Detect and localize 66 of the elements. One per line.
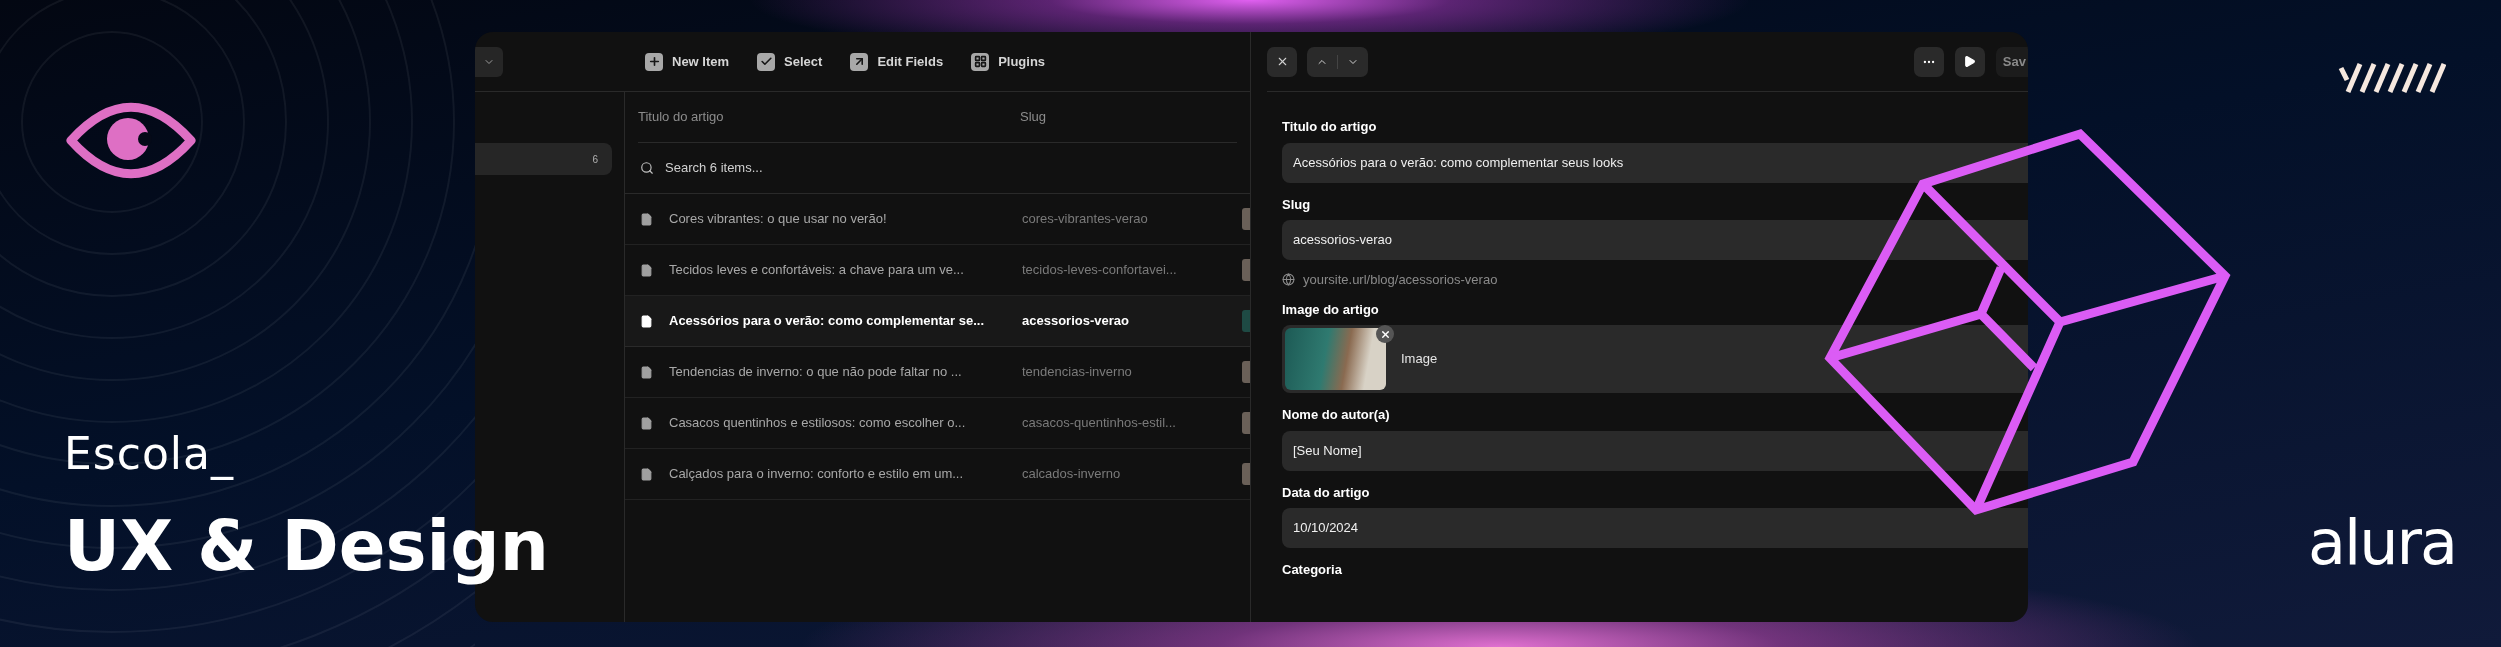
field-label: Data do artigo — [1282, 483, 1371, 502]
thumbnail-placeholder — [1242, 463, 1250, 485]
save-button[interactable]: Sav — [1995, 46, 2028, 77]
table-row[interactable]: Tendencias de inverno: o que não pode faltar no ... tendencias-inverno — [625, 347, 1250, 398]
thumbnail-placeholder — [1242, 259, 1250, 281]
table-cell-text: Cores vibrantes: o que usar no verão! — [669, 210, 888, 229]
collection-item[interactable]: 6 — [475, 143, 612, 175]
table-cell-text: Acessórios para o verão: como complementar se... — [669, 312, 985, 331]
text-field[interactable]: Acessórios para o verão: como complementar seus looks — [1282, 142, 2028, 183]
globe-icon — [1282, 273, 1295, 287]
thumbnail-placeholder — [1242, 208, 1250, 230]
search-icon — [640, 161, 654, 175]
document-icon — [640, 467, 653, 481]
search-field[interactable]: Search 6 items... — [665, 158, 965, 178]
table-cell-text: Tendencias de inverno: o que não pode faltar no ... — [669, 363, 963, 382]
remove-image-button[interactable] — [1376, 325, 1394, 343]
field-label: Titulo do artigo — [1282, 118, 1378, 136]
table-cell-text: tendencias-inverno — [1022, 363, 1133, 382]
field-label: Categoria — [1282, 561, 1343, 579]
table-row[interactable]: Cores vibrantes: o que usar no verão! cores-vibrantes-verao — [625, 194, 1250, 245]
text-field[interactable]: 10/10/2024 — [1282, 508, 2028, 548]
field-label: Image do artigo — [1282, 300, 1380, 319]
play-button[interactable] — [1954, 46, 1985, 77]
document-icon — [640, 212, 653, 226]
item-count: 6 — [592, 152, 598, 167]
table-row[interactable]: Calçados para o inverno: conforto e estilo em um... calcados-inverno — [625, 449, 1250, 500]
field-label: Slug — [1282, 195, 1312, 214]
toolbar-button[interactable]: New Item — [645, 51, 730, 72]
document-icon — [640, 365, 653, 379]
play-icon — [1963, 55, 1977, 68]
toolbar-button[interactable]: Edit Fields — [850, 51, 944, 72]
plus-icon — [645, 52, 663, 71]
table-cell-text: casacos-quentinhos-estil... — [1022, 414, 1177, 433]
table-row[interactable]: Acessórios para o verão: como complementar se... acessorios-verao — [625, 296, 1250, 347]
brand-logo: alura — [2308, 512, 2456, 574]
table-cell-text: Casacos quentinhos e estilosos: como escolher o... — [669, 414, 967, 433]
table-cell-text: Calçados para o inverno: conforto e estilo em um... — [669, 465, 965, 484]
document-icon — [640, 263, 653, 277]
table-cell-text: tecidos-leves-confortavei... — [1022, 261, 1178, 280]
grid-icon — [971, 52, 990, 71]
text-field[interactable]: [Seu Nome] — [1282, 430, 2028, 471]
stripes-logo-icon — [2338, 62, 2446, 96]
thumbnail-placeholder — [1242, 310, 1250, 332]
document-icon — [640, 314, 653, 328]
thumbnail-placeholder — [1242, 412, 1250, 434]
field-label: Nome do autor(a) — [1282, 406, 1391, 424]
text-field[interactable]: acessorios-verao — [1282, 220, 2028, 260]
close-icon — [1379, 328, 1391, 340]
image-field[interactable]: Image — [1282, 325, 2028, 393]
thumbnail-placeholder — [1242, 361, 1250, 383]
column-header[interactable]: Titulo do artigo — [638, 107, 1020, 127]
collection-dropdown[interactable] — [475, 46, 503, 77]
image-label: Image — [1401, 350, 1438, 369]
checkmark-icon — [757, 52, 776, 71]
close-button[interactable] — [1267, 46, 1297, 77]
column-header[interactable]: Slug — [1020, 107, 1047, 127]
toolbar-button[interactable]: Plugins — [971, 51, 1046, 72]
document-icon — [640, 416, 653, 430]
table-cell-text: calcados-inverno — [1022, 465, 1122, 484]
table-cell-text: cores-vibrantes-verao — [1022, 210, 1149, 229]
toolbar-button[interactable]: Select — [757, 51, 823, 72]
more-button[interactable] — [1913, 46, 1944, 77]
table-cell-text: acessorios-verao — [1022, 312, 1130, 331]
table-row[interactable]: Casacos quentinhos e estilosos: como escolher o... casacos-quentinhos-estil... — [625, 398, 1250, 449]
table-cell-text: Tecidos leves e confortáveis: a chave para um ve... — [669, 261, 965, 280]
url-preview: yoursite.url/blog/acessorios-verao — [1303, 271, 1498, 289]
